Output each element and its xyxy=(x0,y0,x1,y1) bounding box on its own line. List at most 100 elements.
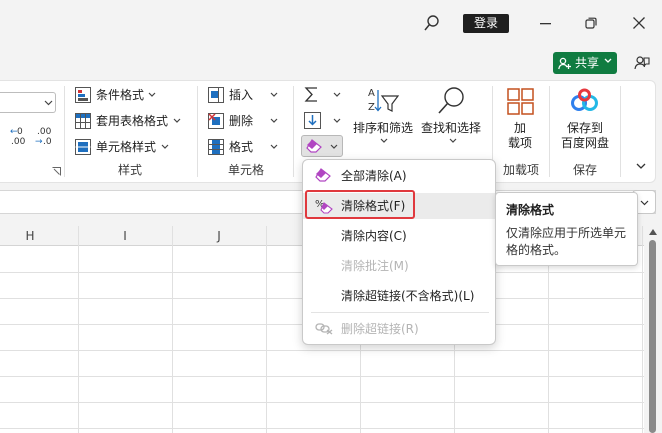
cells-group-label: 单元格 xyxy=(227,163,264,177)
tooltip-body: 仅清除应用于所选单元格的格式。 xyxy=(506,226,627,257)
share-button[interactable]: 共享 xyxy=(553,52,617,74)
highlight-box xyxy=(305,190,415,219)
sort-filter-label: 排序和筛选 xyxy=(353,121,414,135)
menu-item-label: 清除超链接(不含格式)(L) xyxy=(341,289,475,303)
tooltip: 清除格式 仅清除应用于所选单元格的格式。 xyxy=(495,192,638,266)
chevron-down-icon xyxy=(449,138,457,144)
scroll-up-arrow-icon[interactable] xyxy=(649,229,657,235)
number-format-dropdown[interactable] xyxy=(0,92,56,113)
grid-line xyxy=(0,376,644,377)
eraser-icon xyxy=(306,139,322,153)
login-button[interactable]: 登录 xyxy=(463,14,509,33)
chevron-down-icon xyxy=(148,92,156,98)
insert-cells-icon xyxy=(208,87,224,103)
svg-text:→: → xyxy=(35,137,43,146)
menu-item-clear-all[interactable]: 全部清除(A) xyxy=(303,163,495,189)
chevron-down-icon xyxy=(161,144,169,150)
cell-styles-button[interactable]: 单元格样式 xyxy=(75,138,190,156)
menu-item-label: 全部清除(A) xyxy=(341,169,407,183)
grid-line xyxy=(0,402,644,403)
addins-label-line1: 加 xyxy=(514,121,527,135)
format-button[interactable]: 格式 xyxy=(208,138,283,156)
tooltip-title: 清除格式 xyxy=(506,203,555,217)
save-group-label: 保存 xyxy=(572,163,597,177)
addins-group-label: 加载项 xyxy=(502,163,539,177)
chevron-down-icon xyxy=(270,144,278,150)
grid-line xyxy=(548,246,549,433)
chevron-down-icon xyxy=(330,144,338,150)
sigma-icon xyxy=(304,86,320,103)
addins-button[interactable]: 加 载项 xyxy=(501,86,541,152)
menu-item-label: 清除批注(M) xyxy=(341,259,409,273)
save-to-baidu-button[interactable]: 保存到 百度网盘 xyxy=(557,86,613,152)
ribbon-separator xyxy=(293,86,294,177)
comments-icon[interactable] xyxy=(634,55,650,71)
table-icon xyxy=(75,113,91,129)
svg-text:A: A xyxy=(368,88,375,99)
close-icon[interactable] xyxy=(633,17,645,29)
eraser-icon xyxy=(315,168,331,182)
addins-grid-icon xyxy=(507,88,534,115)
insert-button[interactable]: 插入 xyxy=(208,86,283,104)
menu-item-label: 删除超链接(R) xyxy=(341,322,419,336)
find-select-label: 查找和选择 xyxy=(421,121,482,135)
ribbon-separator xyxy=(620,86,621,177)
menu-item-clear-comments: 清除批注(M) xyxy=(303,253,495,279)
insert-label: 插入 xyxy=(229,88,254,102)
menu-item-clear-hyperlinks[interactable]: 清除超链接(不含格式)(L) xyxy=(303,283,495,309)
menu-item-remove-hyperlinks: 删除超链接(R) xyxy=(303,316,495,342)
chevron-down-icon xyxy=(270,118,278,124)
share-label: 共享 xyxy=(575,56,600,70)
ribbon-separator xyxy=(197,86,198,177)
fill-button[interactable] xyxy=(304,111,344,131)
column-header-i[interactable]: I xyxy=(78,226,172,246)
save-label-line2: 百度网盘 xyxy=(561,136,610,150)
format-label: 格式 xyxy=(229,140,254,154)
restore-icon[interactable] xyxy=(585,17,597,29)
cell-styles-icon xyxy=(75,139,91,155)
styles-group-label: 样式 xyxy=(117,163,142,177)
cell-styles-label: 单元格样式 xyxy=(96,140,157,154)
chevron-down-icon xyxy=(173,118,181,124)
share-icon xyxy=(558,57,571,70)
chevron-down-icon xyxy=(380,138,388,144)
svg-text:.00: .00 xyxy=(11,137,26,146)
clear-button[interactable] xyxy=(301,135,343,157)
delete-button[interactable]: 删除 xyxy=(208,112,283,130)
dialog-launcher-icon[interactable] xyxy=(52,167,61,176)
column-header-h[interactable]: H xyxy=(0,226,60,246)
menu-item-clear-contents[interactable]: 清除内容(C) xyxy=(303,223,495,249)
search-icon[interactable] xyxy=(424,15,440,32)
svg-text:0: 0 xyxy=(17,127,23,137)
chevron-down-icon xyxy=(640,200,649,206)
grid-line xyxy=(0,350,644,351)
ribbon-expand-chevron-icon[interactable] xyxy=(636,163,646,170)
chevron-down-icon xyxy=(270,92,278,98)
scrollbar-thumb[interactable] xyxy=(649,240,656,433)
magnifier-icon xyxy=(436,86,466,116)
menu-item-label: 清除内容(C) xyxy=(341,229,407,243)
column-header-j[interactable]: J xyxy=(172,226,266,246)
svg-text:.00: .00 xyxy=(37,127,52,137)
title-bar xyxy=(0,0,662,48)
ribbon-separator xyxy=(64,86,65,177)
format-as-table-label: 套用表格格式 xyxy=(96,114,169,128)
format-as-table-button[interactable]: 套用表格格式 xyxy=(75,112,190,130)
svg-text:.0: .0 xyxy=(43,137,52,146)
increase-decimal-icon[interactable]: ← 0.00 xyxy=(8,126,26,146)
delete-label: 删除 xyxy=(229,114,254,128)
autosum-button[interactable] xyxy=(304,85,344,105)
addins-label-line2: 载项 xyxy=(508,136,533,150)
conditional-format-button[interactable]: 条件格式 xyxy=(75,86,190,104)
save-label-line1: 保存到 xyxy=(567,121,604,135)
minimize-icon[interactable] xyxy=(540,23,551,25)
sort-filter-button[interactable]: AZ 排序和筛选 xyxy=(352,86,416,146)
svg-text:Z: Z xyxy=(368,102,375,113)
find-select-button[interactable]: 查找和选择 xyxy=(420,86,484,146)
conditional-format-label: 条件格式 xyxy=(96,88,145,102)
delete-cells-icon xyxy=(208,113,224,129)
baidu-netdisk-icon xyxy=(570,88,599,113)
clear-dropdown-menu: 全部清除(A) % 清除格式(F) 清除内容(C) 清除批注(M) 清除超链接(… xyxy=(302,159,496,345)
remove-link-icon xyxy=(315,321,333,335)
decrease-decimal-icon[interactable]: .00 → .0 xyxy=(35,126,53,146)
